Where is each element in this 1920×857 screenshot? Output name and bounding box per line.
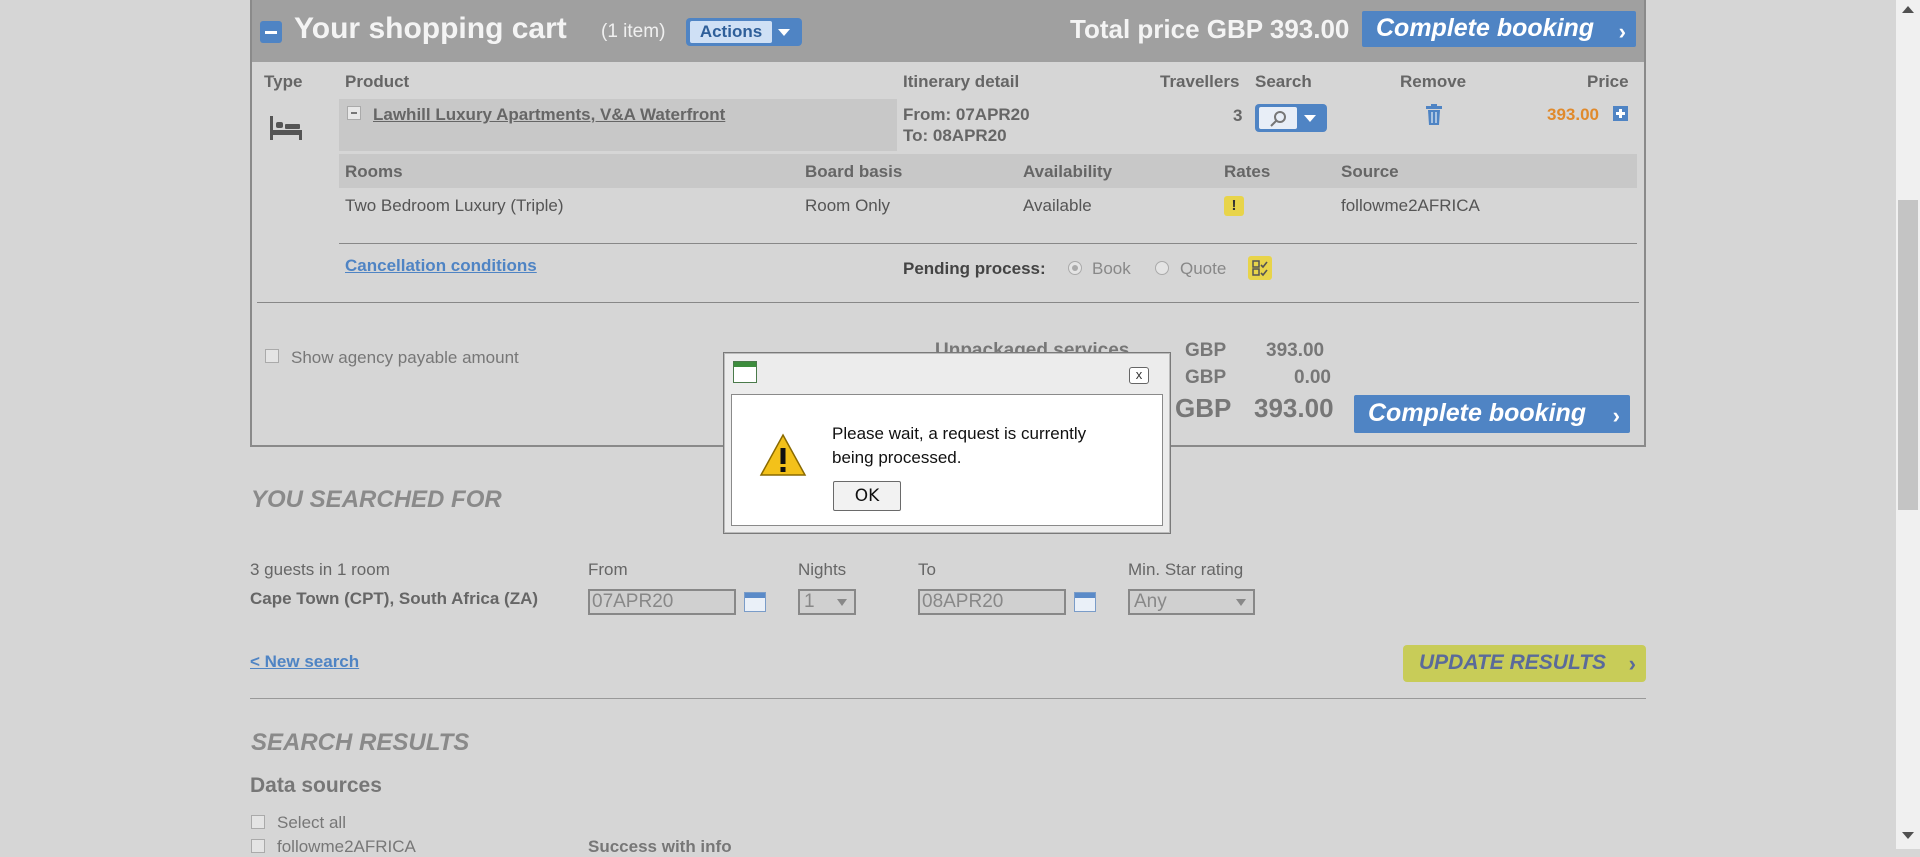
scroll-up-icon[interactable]	[1902, 6, 1914, 13]
summary-amount-2: 0.00	[1294, 367, 1331, 388]
col-board-basis: Board basis	[805, 162, 903, 181]
bed-icon	[270, 116, 302, 140]
cart-item-count: (1 item)	[601, 21, 666, 42]
item-price: 393.00	[1547, 105, 1599, 124]
chevron-down-icon	[778, 29, 790, 36]
col-itinerary: Itinerary detail	[903, 72, 1020, 91]
room-source: followme2AFRICA	[1341, 196, 1480, 215]
rooms-header-bg	[339, 154, 1637, 188]
room-name: Two Bedroom Luxury (Triple)	[345, 196, 564, 215]
scroll-down-icon[interactable]	[1902, 832, 1914, 839]
rates-warning-icon[interactable]: !	[1224, 196, 1244, 216]
col-remove: Remove	[1400, 72, 1467, 91]
room-availability: Available	[1023, 196, 1092, 215]
complete-booking-button[interactable]: Complete booking ›	[1362, 11, 1636, 47]
nights-label: Nights	[798, 560, 847, 579]
pending-book-label: Book	[1092, 259, 1131, 278]
search-results-heading: SEARCH RESULTS	[251, 729, 470, 756]
nights-select[interactable]: 1	[798, 589, 856, 615]
summary-currency-2: GBP	[1185, 367, 1227, 388]
source-status: Success with info	[588, 837, 732, 856]
warning-icon	[759, 433, 807, 476]
collapse-product-button[interactable]	[347, 106, 361, 120]
col-search: Search	[1255, 72, 1312, 91]
col-rates: Rates	[1224, 162, 1271, 181]
col-price: Price	[1587, 72, 1629, 91]
data-sources-heading: Data sources	[250, 774, 382, 797]
col-availability: Availability	[1023, 162, 1113, 181]
search-dropdown-button[interactable]	[1255, 104, 1327, 132]
pending-process-label: Pending process:	[903, 259, 1046, 278]
complete-booking-button-bottom[interactable]: Complete booking ›	[1354, 395, 1630, 433]
actions-label: Actions	[690, 21, 772, 43]
pending-book-radio[interactable]	[1068, 261, 1082, 275]
searched-for-heading: YOU SEARCHED FOR	[251, 486, 502, 513]
summary-currency-total: GBP	[1175, 393, 1232, 423]
new-search-link[interactable]: < New search	[250, 652, 359, 672]
cancellation-conditions-link[interactable]: Cancellation conditions	[345, 256, 537, 276]
chevron-right-icon: ›	[1618, 19, 1626, 44]
summary-amount-1: 393.00	[1266, 340, 1325, 361]
to-date-input[interactable]: 08APR20	[918, 589, 1066, 615]
update-results-button[interactable]: UPDATE RESULTS ›	[1403, 645, 1646, 682]
search-icon	[1270, 111, 1286, 127]
divider	[257, 302, 1639, 303]
select-all-label: Select all	[277, 813, 346, 832]
star-rating-value: Any	[1134, 591, 1167, 612]
pending-quote-label: Quote	[1180, 259, 1227, 278]
col-source: Source	[1341, 162, 1399, 181]
expand-price-button[interactable]	[1613, 106, 1628, 121]
dialog-message: Please wait, a request is currently bein…	[832, 424, 1087, 467]
chevron-down-icon	[1236, 599, 1246, 606]
nights-value: 1	[804, 591, 815, 612]
col-rooms: Rooms	[345, 162, 403, 181]
chevron-down-icon	[1304, 115, 1316, 122]
chevron-down-icon	[837, 599, 847, 606]
trash-icon[interactable]	[1425, 104, 1443, 126]
cart-title: Your shopping cart	[294, 12, 567, 45]
product-name-link[interactable]: Lawhill Luxury Apartments, V&A Waterfron…	[373, 105, 725, 125]
destination: Cape Town (CPT), South Africa (ZA)	[250, 589, 539, 608]
divider	[250, 698, 1646, 699]
guests-summary: 3 guests in 1 room	[250, 560, 390, 579]
star-rating-label: Min. Star rating	[1128, 560, 1244, 579]
checklist-icon	[1252, 260, 1268, 277]
source-checkbox[interactable]	[251, 839, 265, 853]
chevron-right-icon: ›	[1612, 403, 1620, 428]
actions-dropdown[interactable]: Actions	[686, 18, 802, 46]
scrollbar-thumb[interactable]	[1898, 200, 1918, 510]
search-icon-box	[1259, 107, 1297, 129]
summary-amount-total: 393.00	[1254, 393, 1334, 423]
update-results-label: UPDATE RESULTS	[1419, 651, 1607, 674]
room-board-basis: Room Only	[805, 196, 891, 215]
travellers-count: 3	[1233, 106, 1243, 125]
select-all-checkbox[interactable]	[251, 815, 265, 829]
process-checklist-icon[interactable]	[1248, 256, 1272, 280]
complete-booking-label: Complete booking	[1368, 399, 1587, 427]
col-type: Type	[264, 72, 303, 91]
calendar-icon[interactable]	[1074, 592, 1096, 612]
collapse-cart-button[interactable]	[260, 21, 282, 43]
total-price: Total price GBP 393.00	[1070, 14, 1350, 44]
star-rating-select[interactable]: Any	[1128, 589, 1255, 615]
col-travellers: Travellers	[1160, 72, 1240, 91]
itinerary-from: From: 07APR20	[903, 105, 1030, 124]
from-date-input[interactable]: 07APR20	[588, 589, 736, 615]
chevron-right-icon: ›	[1628, 651, 1636, 676]
itinerary-to: To: 08APR20	[903, 126, 1007, 145]
close-icon[interactable]: x	[1129, 367, 1149, 384]
calendar-icon[interactable]	[744, 592, 766, 612]
from-label: From	[588, 560, 628, 579]
pending-quote-radio[interactable]	[1155, 261, 1169, 275]
complete-booking-label: Complete booking	[1376, 14, 1595, 42]
window-icon	[733, 361, 757, 383]
show-agency-checkbox[interactable]	[265, 349, 279, 363]
show-agency-label: Show agency payable amount	[291, 348, 519, 367]
ok-button[interactable]: OK	[833, 481, 901, 511]
divider	[339, 243, 1637, 244]
source-label: followme2AFRICA	[277, 837, 416, 856]
to-label: To	[918, 560, 936, 579]
col-product: Product	[345, 72, 410, 91]
summary-currency-1: GBP	[1185, 340, 1227, 361]
